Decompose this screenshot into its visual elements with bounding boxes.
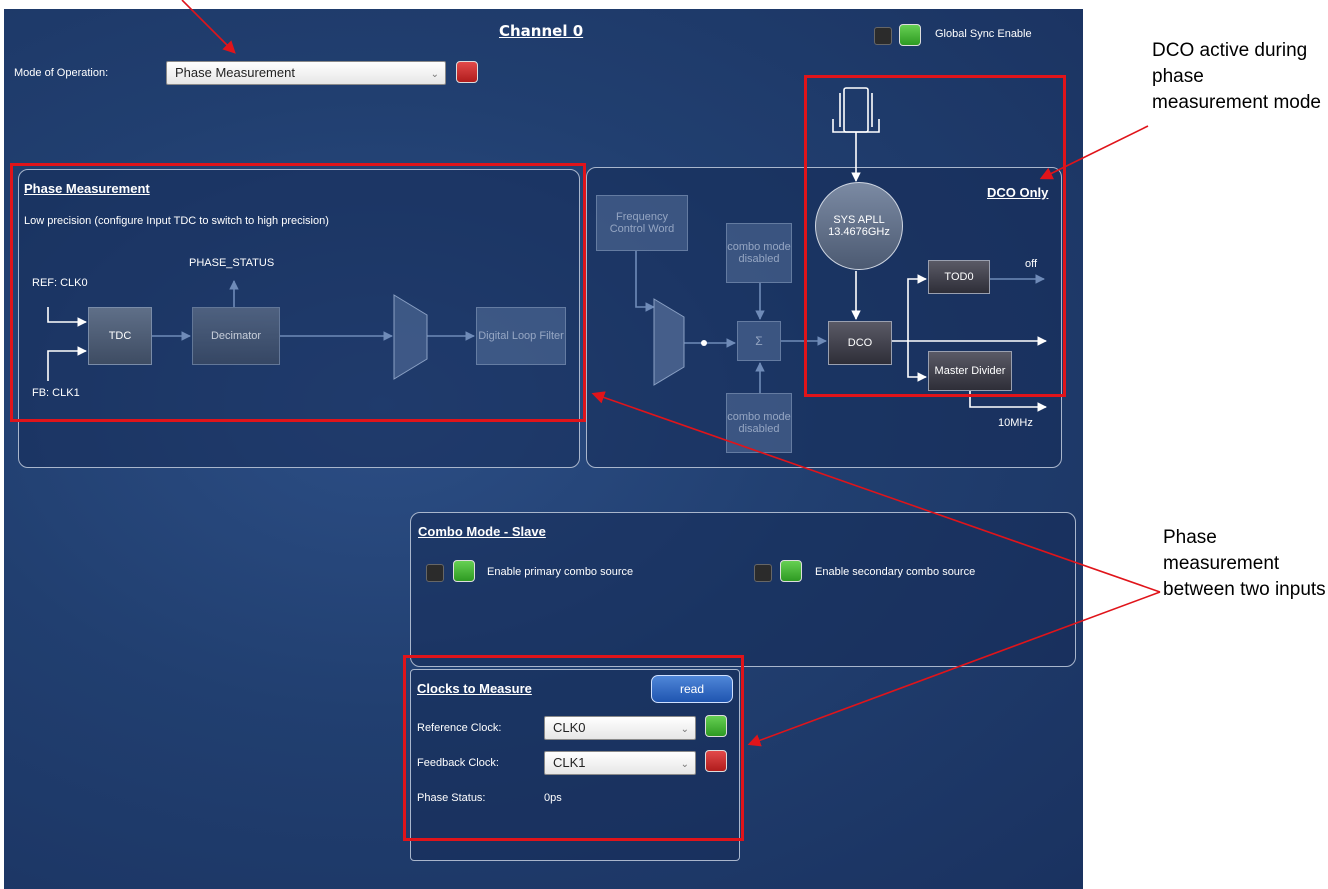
signal-wires — [47, 87, 1047, 412]
dco-annotation: DCO active during phase measurement mode — [1152, 40, 1321, 113]
app-window: Channel 0 Global Sync Enable Mode of Ope… — [4, 9, 1083, 889]
phase-annotation: Phase measurement between two inputs — [1163, 527, 1326, 600]
